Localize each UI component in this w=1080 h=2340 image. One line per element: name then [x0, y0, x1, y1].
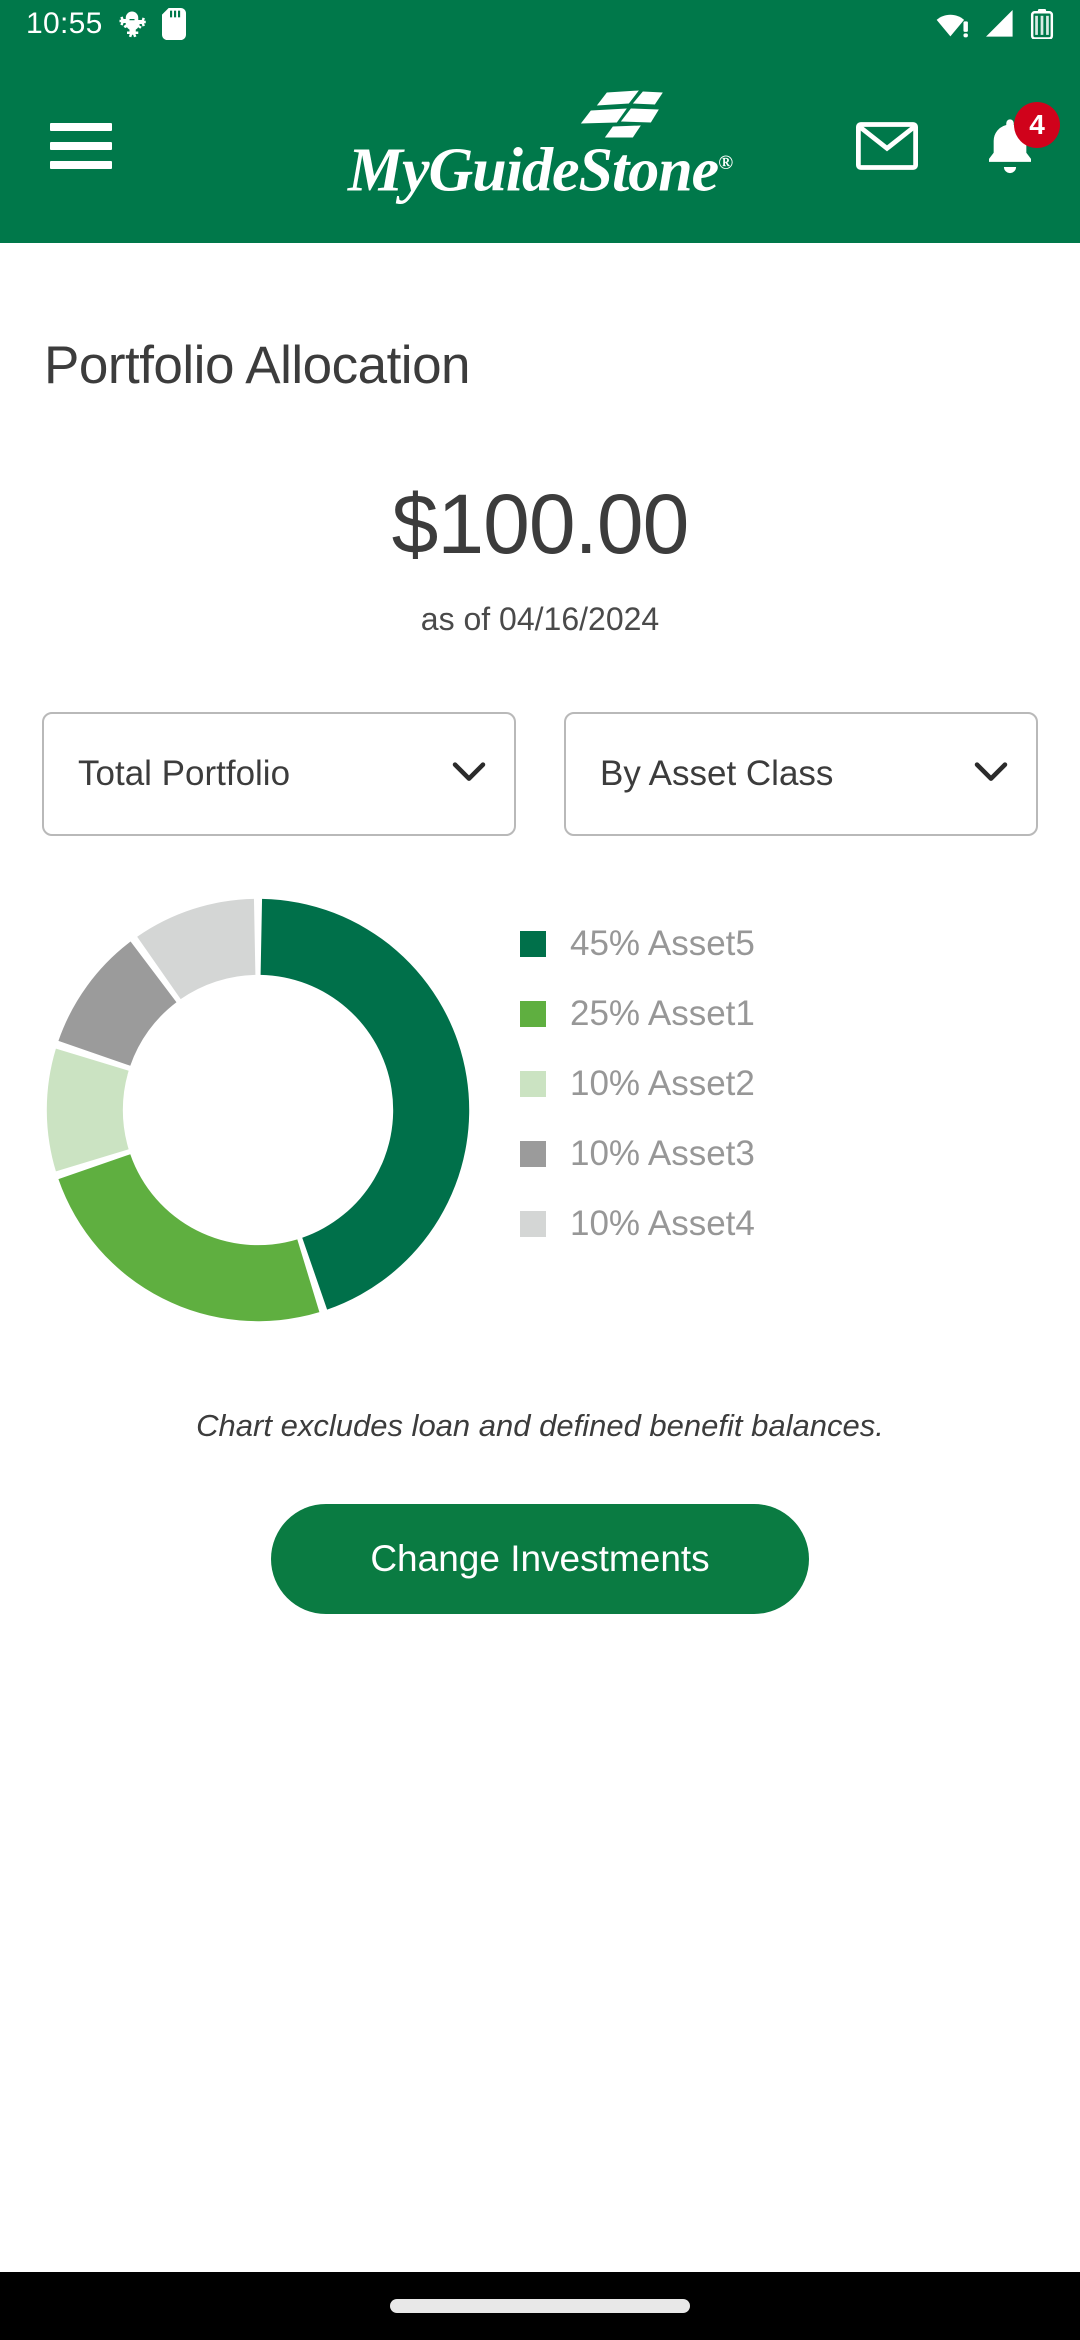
chevron-down-icon: [974, 761, 1008, 788]
chevron-down-icon: [452, 761, 486, 788]
legend-label: 45% Asset5: [570, 924, 755, 963]
registered-mark: ®: [718, 151, 733, 174]
sd-card-icon: [161, 8, 187, 40]
legend-item[interactable]: 10% Asset3: [520, 1134, 755, 1174]
allocation-chart-section: 45% Asset5 25% Asset1 10% Asset2 10% Asset3…: [42, 890, 1038, 1330]
legend-item[interactable]: 25% Asset1: [520, 994, 755, 1034]
allocation-donut-chart: [46, 898, 470, 1322]
status-bar-clock: 10:55: [26, 7, 103, 40]
app-logo[interactable]: MyGuideStone®: [347, 90, 733, 204]
legend-swatch-asset2: [520, 1071, 546, 1097]
android-debug-icon: [117, 9, 147, 39]
donut-segment-asset1[interactable]: [58, 1154, 320, 1322]
hamburger-line: [50, 141, 112, 150]
app-header: MyGuideStone® 4: [0, 48, 1080, 243]
hamburger-line: [50, 122, 112, 131]
legend-item[interactable]: 10% Asset2: [520, 1064, 755, 1104]
cta-row: Change Investments: [42, 1504, 1038, 1614]
wifi-warning-icon: [936, 10, 970, 38]
gesture-handle[interactable]: [390, 2299, 690, 2313]
chart-disclaimer: Chart excludes loan and defined benefit …: [196, 1408, 884, 1443]
app-logo-text: MyGuideStone®: [347, 136, 733, 204]
cellular-signal-icon: [984, 10, 1016, 38]
legend-label: 10% Asset3: [570, 1134, 755, 1173]
page-title: Portfolio Allocation: [44, 336, 471, 395]
portfolio-scope-value: Total Portfolio: [78, 754, 291, 793]
legend-swatch-asset5: [520, 931, 546, 957]
status-bar-left: 10:55: [26, 8, 187, 40]
mail-icon[interactable]: [856, 121, 918, 170]
chart-legend: 45% Asset5 25% Asset1 10% Asset2 10% Asset3…: [520, 924, 755, 1244]
portfolio-balance: $100.00: [391, 477, 690, 571]
status-bar: 10:55: [0, 0, 1080, 48]
balance-as-of-date: as of 04/16/2024: [420, 601, 660, 637]
legend-swatch-asset1: [520, 1001, 546, 1027]
legend-label: 10% Asset4: [570, 1204, 755, 1243]
bell-icon[interactable]: 4: [984, 101, 1060, 174]
grouping-value: By Asset Class: [600, 754, 834, 793]
status-bar-right: [936, 9, 1054, 39]
legend-item[interactable]: 45% Asset5: [520, 924, 755, 964]
app-header-actions: 4: [856, 101, 1060, 174]
hamburger-menu-icon[interactable]: [50, 122, 112, 169]
grouping-select[interactable]: By Asset Class: [564, 712, 1038, 836]
notification-badge: 4: [1014, 101, 1060, 148]
legend-item[interactable]: 10% Asset4: [520, 1204, 755, 1244]
donut-segment-asset2[interactable]: [46, 1048, 129, 1172]
main-content: Portfolio Allocation $100.00 as of 04/16…: [0, 335, 1080, 1614]
change-investments-button[interactable]: Change Investments: [271, 1504, 809, 1614]
system-navigation-bar: [0, 2272, 1080, 2340]
hamburger-line: [50, 160, 112, 169]
legend-swatch-asset4: [520, 1211, 546, 1237]
legend-swatch-asset3: [520, 1141, 546, 1167]
portfolio-scope-select[interactable]: Total Portfolio: [42, 712, 516, 836]
chart-filters: Total Portfolio By Asset Class: [42, 712, 1038, 836]
legend-label: 10% Asset2: [570, 1064, 755, 1103]
legend-label: 25% Asset1: [570, 994, 755, 1033]
battery-icon: [1030, 9, 1054, 39]
